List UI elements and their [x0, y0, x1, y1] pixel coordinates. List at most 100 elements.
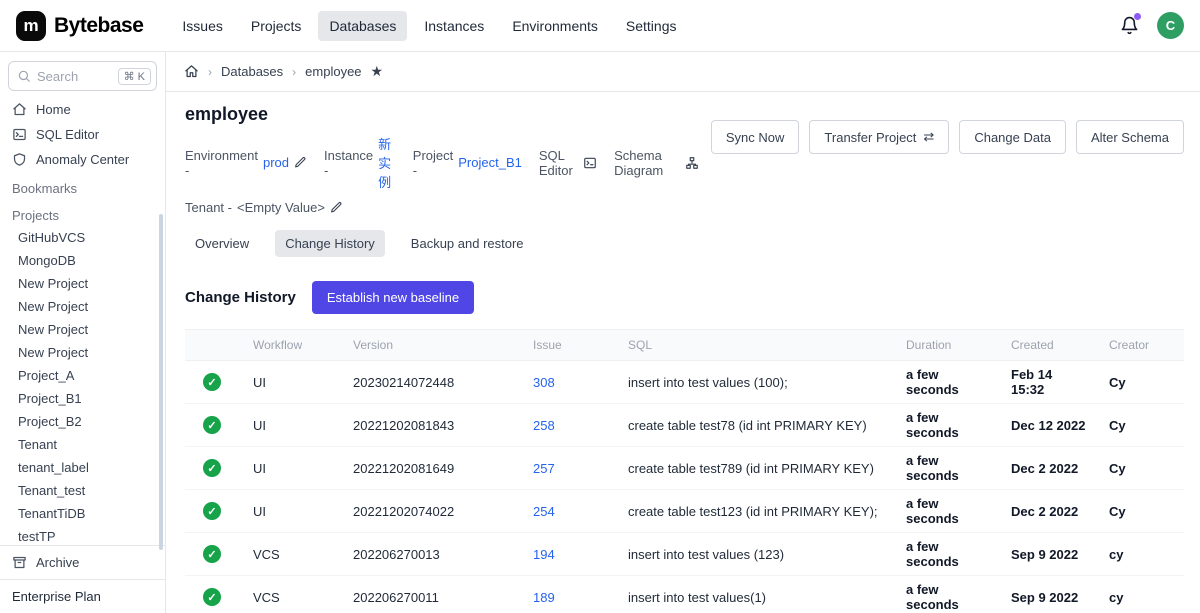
history-row[interactable]: ✓UI20230214072448308insert into test val…: [185, 361, 1184, 404]
history-row[interactable]: ✓VCS202206270011189insert into test valu…: [185, 576, 1184, 613]
status-cell: ✓: [185, 361, 243, 404]
avatar[interactable]: C: [1157, 12, 1184, 39]
nav-item-databases[interactable]: Databases: [318, 11, 407, 41]
status-cell: ✓: [185, 533, 243, 576]
establish-baseline-button[interactable]: Establish new baseline: [312, 281, 474, 314]
search-input[interactable]: [37, 69, 112, 84]
sync-now-button[interactable]: Sync Now: [711, 120, 800, 154]
duration-cell: a few seconds: [896, 447, 1001, 490]
column-header-version: Version: [343, 330, 523, 361]
change-data-button[interactable]: Change Data: [959, 120, 1066, 154]
sidebar-item-anomaly-center[interactable]: Anomaly Center: [0, 147, 165, 172]
alter-schema-button[interactable]: Alter Schema: [1076, 120, 1184, 154]
column-header-creator: Creator: [1099, 330, 1184, 361]
column-header-issue: Issue: [523, 330, 618, 361]
creator-cell: cy: [1099, 576, 1184, 613]
nav-items: IssuesProjectsDatabasesInstancesEnvironm…: [171, 11, 1110, 41]
transfer-project-button[interactable]: Transfer Project⇄: [809, 120, 949, 154]
column-header-status: [185, 330, 243, 361]
tab-overview[interactable]: Overview: [185, 230, 259, 257]
sidebar-item-archive[interactable]: Archive: [0, 545, 165, 579]
sidebar-project-item[interactable]: Tenant_test: [0, 479, 165, 502]
history-row[interactable]: ✓UI20221202081843258create table test78 …: [185, 404, 1184, 447]
sidebar-project-item[interactable]: New Project: [0, 295, 165, 318]
version-cell: 20230214072448: [343, 361, 523, 404]
sql-cell: insert into test values (123): [618, 533, 896, 576]
diagram-icon: [685, 156, 699, 170]
sidebar-project-item[interactable]: Tenant: [0, 433, 165, 456]
tenant-value: <Empty Value>: [237, 200, 325, 215]
tab-backup-and-restore[interactable]: Backup and restore: [401, 230, 534, 257]
created-cell: Sep 9 2022: [1001, 533, 1099, 576]
project-link[interactable]: Project_B1: [458, 155, 522, 170]
edit-pencil-icon[interactable]: [330, 201, 343, 214]
sidebar-scrollbar[interactable]: [159, 214, 163, 550]
page-title: employee: [185, 104, 711, 125]
chevron-right-icon: ›: [292, 65, 296, 79]
transfer-arrows-icon: ⇄: [923, 129, 934, 145]
sidebar-project-item[interactable]: GitHubVCS: [0, 226, 165, 249]
breadcrumb: › Databases › employee ★: [166, 52, 1200, 92]
sidebar-project-item[interactable]: Project_B1: [0, 387, 165, 410]
history-row[interactable]: ✓UI20221202081649257create table test789…: [185, 447, 1184, 490]
workflow-cell: UI: [243, 447, 343, 490]
created-cell: Dec 2 2022: [1001, 490, 1099, 533]
status-cell: ✓: [185, 447, 243, 490]
issue-link[interactable]: 308: [523, 361, 618, 404]
sql-cell: create table test789 (id int PRIMARY KEY…: [618, 447, 896, 490]
issue-link[interactable]: 257: [523, 447, 618, 490]
issue-link[interactable]: 194: [523, 533, 618, 576]
duration-cell: a few seconds: [896, 404, 1001, 447]
breadcrumb-home-icon[interactable]: [184, 64, 199, 79]
sql-cell: create table test78 (id int PRIMARY KEY): [618, 404, 896, 447]
project-list: GitHubVCSMongoDBNew ProjectNew ProjectNe…: [0, 226, 165, 545]
issue-link[interactable]: 254: [523, 490, 618, 533]
nav-item-issues[interactable]: Issues: [171, 11, 233, 41]
notification-bell-icon[interactable]: [1120, 16, 1139, 35]
sidebar-project-item[interactable]: testTP: [0, 525, 165, 545]
meta-line-1: Environment - prod Instance - 新实例 Projec…: [185, 134, 711, 191]
sql-editor-link[interactable]: SQL Editor: [539, 148, 597, 178]
schema-diagram-link[interactable]: Schema Diagram: [614, 148, 699, 178]
sql-cell: insert into test values (100);: [618, 361, 896, 404]
issue-link[interactable]: 258: [523, 404, 618, 447]
topbar-right: C: [1120, 12, 1184, 39]
column-header-workflow: Workflow: [243, 330, 343, 361]
history-table: WorkflowVersionIssueSQLDurationCreatedCr…: [185, 329, 1184, 613]
sidebar-project-item[interactable]: Project_A: [0, 364, 165, 387]
version-cell: 202206270011: [343, 576, 523, 613]
version-cell: 20221202074022: [343, 490, 523, 533]
nav-item-environments[interactable]: Environments: [501, 11, 609, 41]
tab-change-history[interactable]: Change History: [275, 230, 385, 257]
instance-link[interactable]: 新实例: [378, 134, 396, 191]
creator-cell: Cy: [1099, 447, 1184, 490]
brand[interactable]: m Bytebase: [16, 11, 143, 41]
duration-cell: a few seconds: [896, 490, 1001, 533]
sidebar-project-item[interactable]: TenantTiDB: [0, 502, 165, 525]
nav-item-projects[interactable]: Projects: [240, 11, 313, 41]
success-check-icon: ✓: [203, 588, 221, 606]
sidebar-project-item[interactable]: MongoDB: [0, 249, 165, 272]
sidebar-item-label: Home: [36, 102, 71, 117]
history-row[interactable]: ✓UI20221202074022254create table test123…: [185, 490, 1184, 533]
sidebar-project-item[interactable]: New Project: [0, 341, 165, 364]
nav-item-settings[interactable]: Settings: [615, 11, 688, 41]
nav-item-instances[interactable]: Instances: [413, 11, 495, 41]
column-header-created: Created: [1001, 330, 1099, 361]
environment-link[interactable]: prod: [263, 155, 289, 170]
issue-link[interactable]: 189: [523, 576, 618, 613]
projects-section-label: Projects: [0, 199, 165, 226]
breadcrumb-databases[interactable]: Databases: [221, 64, 283, 79]
sidebar-project-item[interactable]: tenant_label: [0, 456, 165, 479]
column-header-sql: SQL: [618, 330, 896, 361]
history-row[interactable]: ✓VCS202206270013194insert into test valu…: [185, 533, 1184, 576]
environment-label: Environment -: [185, 148, 258, 178]
change-history-section-head: Change History Establish new baseline: [185, 281, 1184, 314]
sidebar-project-item[interactable]: New Project: [0, 318, 165, 341]
bookmark-star-icon[interactable]: ★: [371, 63, 384, 80]
sidebar-project-item[interactable]: Project_B2: [0, 410, 165, 433]
sidebar-item-sql-editor[interactable]: SQL Editor: [0, 122, 165, 147]
sidebar-project-item[interactable]: New Project: [0, 272, 165, 295]
edit-pencil-icon[interactable]: [294, 156, 307, 169]
sidebar-item-home[interactable]: Home: [0, 97, 165, 122]
